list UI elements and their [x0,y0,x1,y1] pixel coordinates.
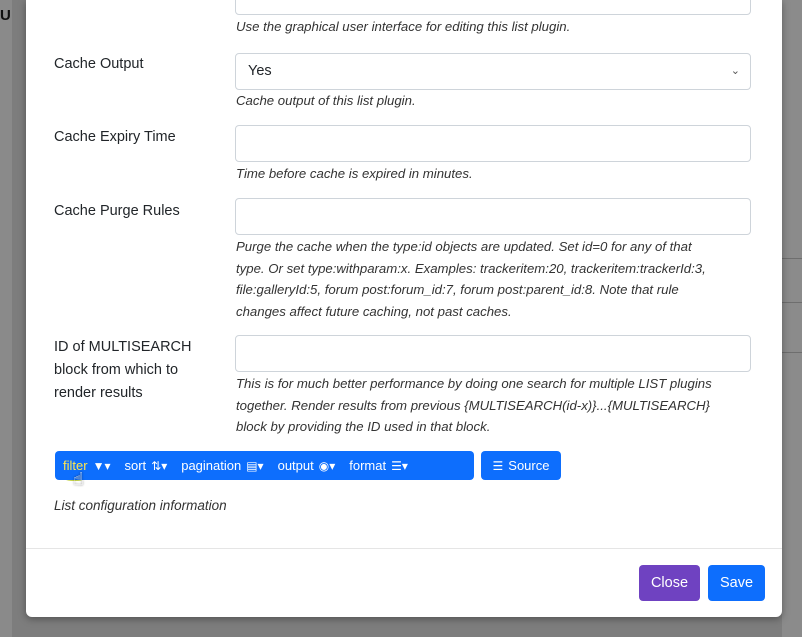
cache-purge-help-line: changes affect future caching, not past … [236,303,512,319]
hand-cursor-icon: ☝ [73,469,84,489]
cache-purge-help-line: type. Or set type:withparam:x. Examples:… [236,260,706,276]
multisearch-label-line: ID of MULTISEARCH [54,339,192,355]
cache-output-value: Yes [248,63,272,79]
format-button[interactable]: format ☰▾ [349,458,408,473]
cache-purge-label: Cache Purge Rules [54,203,180,219]
footer-divider [26,548,782,549]
cache-expiry-label: Cache Expiry Time [54,129,176,145]
output-button[interactable]: output ◉▾ [278,458,336,473]
pagination-label: pagination [181,458,242,473]
multisearch-id-input[interactable] [235,335,751,372]
cache-purge-help: Purge the cache when the type:id objects… [236,236,756,322]
list-icon: ☰ [492,458,504,473]
multisearch-help: This is for much better performance by d… [236,373,756,438]
close-button[interactable]: Close [639,565,700,601]
source-label: Source [508,458,550,473]
backdrop-left [0,0,12,637]
pagination-button[interactable]: pagination ▤▾ [181,458,263,473]
cache-expiry-help: Time before cache is expired in minutes. [236,166,473,181]
multisearch-label-line: block from which to [54,362,179,378]
output-label: output [277,458,314,473]
gui-help-text: Use the graphical user interface for edi… [236,19,571,34]
filter-icon: ▼▾ [92,458,111,473]
cache-output-select[interactable]: Yes ⌄ [235,53,751,90]
multisearch-help-line: This is for much better performance by d… [236,376,712,391]
multisearch-help-line: together. Render results from previous {… [236,397,710,413]
list-plugin-modal: Use the graphical user interface for edi… [26,0,782,617]
save-button[interactable]: Save [708,565,765,601]
source-button[interactable]: ☰ Source [481,451,561,480]
backdrop-right [782,0,802,637]
format-label: format [349,458,387,473]
backdrop-text-fragment: U [0,7,11,24]
cache-output-label: Cache Output [54,56,144,72]
sort-icon: ⇅▾ [151,458,168,473]
eye-icon: ◉▾ [318,458,336,473]
cache-expiry-input[interactable] [235,125,751,162]
cache-purge-input[interactable] [235,198,751,235]
multisearch-label: ID of MULTISEARCH block from which to re… [54,336,192,405]
cache-purge-help-line: file:galleryId:5, forum post:forum_id:7,… [236,282,679,297]
sort-label: sort [124,458,147,473]
cache-purge-help-line: Purge the cache when the type:id objects… [236,239,692,254]
gui-editor-field[interactable] [235,0,751,15]
filter-button[interactable]: filter ▼▾ [63,458,110,473]
pagination-icon: ▤▾ [246,458,264,473]
chevron-down-icon: ⌄ [730,65,740,77]
sort-button[interactable]: sort ⇅▾ [124,458,167,473]
format-list-icon: ☰▾ [391,458,408,473]
config-info-text: List configuration information [54,498,227,513]
multisearch-label-line: render results [54,385,143,401]
list-editor-toolbar: filter ▼▾ sort ⇅▾ pagination ▤▾ output ◉… [55,451,474,480]
multisearch-help-line: block by providing the ID used in that b… [236,419,491,434]
cache-output-help: Cache output of this list plugin. [236,93,416,108]
